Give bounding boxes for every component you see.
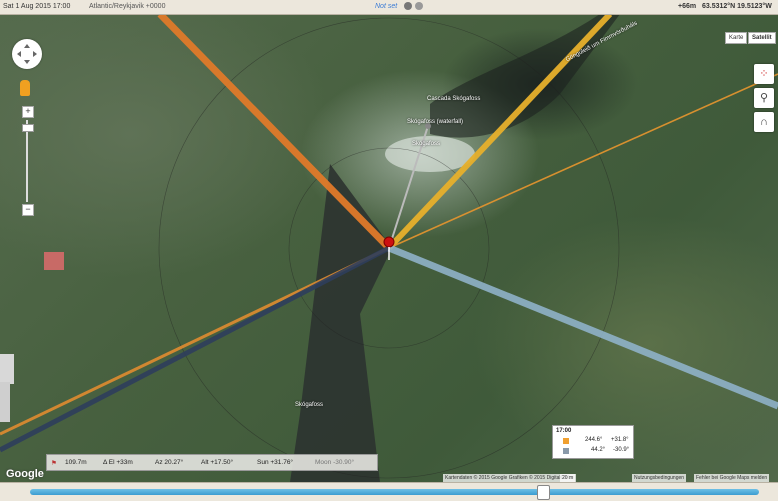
label-river: Skógafoss bbox=[295, 402, 324, 408]
pin-tool-icon[interactable]: ⚲ bbox=[754, 88, 774, 108]
altitude-value: Alt +17.50° bbox=[201, 459, 234, 466]
distance-value: 109.7m bbox=[65, 459, 87, 466]
map-type-karte-button[interactable]: Karte bbox=[725, 32, 748, 44]
building-left-2 bbox=[0, 382, 10, 422]
legend-moon-azimuth: 44.2° bbox=[591, 447, 606, 453]
legend-sun-altitude: +31.8° bbox=[611, 437, 629, 443]
top-bar: Sat 1 Aug 2015 17:00 Atlantic/Reykjavik … bbox=[0, 0, 778, 15]
camera-icon[interactable] bbox=[415, 2, 423, 10]
moon-value: Moon -30.90° bbox=[315, 459, 355, 466]
scale-bar: 20 m bbox=[560, 474, 576, 482]
timezone-label[interactable]: Atlantic/Reykjavik +0000 bbox=[89, 3, 165, 10]
label-waterfall: Skógafoss (waterfall) bbox=[407, 119, 464, 125]
not-set-label[interactable]: Not set bbox=[375, 3, 397, 10]
label-cascada: Cascada Skógafoss bbox=[427, 96, 481, 102]
zoom-slider-thumb[interactable] bbox=[22, 124, 34, 132]
zoom-track[interactable] bbox=[26, 120, 28, 202]
terms-link[interactable]: Nutzungsbedingungen bbox=[632, 474, 687, 482]
legend-moon-altitude: -30.9° bbox=[613, 447, 630, 453]
building-red bbox=[44, 252, 64, 270]
google-logo: Google bbox=[6, 468, 44, 480]
moon-line bbox=[387, 244, 778, 410]
satellite-map[interactable]: + − Karte Satellit ⁘ ⚲ ∩ Cascada Skógafo… bbox=[0, 14, 778, 482]
sunrise-line bbox=[157, 14, 392, 251]
primary-pin bbox=[383, 236, 395, 248]
zoom-out-button[interactable]: − bbox=[22, 204, 34, 216]
distance-icon: ⚑ bbox=[51, 460, 57, 467]
zoom-in-button[interactable]: + bbox=[22, 106, 34, 118]
pan-control[interactable] bbox=[12, 39, 42, 69]
stats-bar: ⚑ 109.7m Δ El +33m Az 20.27° Alt +17.50°… bbox=[46, 454, 378, 471]
coordinates-label: 63.5312°N 19.5123°W bbox=[702, 3, 772, 10]
river-channel bbox=[290, 164, 392, 482]
building-left bbox=[0, 354, 14, 384]
legend-time: 17:00 bbox=[556, 428, 572, 434]
timeline-slider-thumb[interactable] bbox=[536, 485, 550, 500]
zoom-control: + − bbox=[22, 106, 34, 216]
markers-tool-icon[interactable]: ⁘ bbox=[754, 64, 774, 84]
report-link[interactable]: Fehler bei Google Maps melden bbox=[694, 474, 770, 482]
sun-value: Sun +31.76° bbox=[257, 459, 294, 466]
azimuth-value: Az 20.27° bbox=[155, 459, 184, 466]
map-overlay bbox=[0, 14, 778, 482]
map-attribution: Kartendaten © 2015 Google Grafiken © 201… bbox=[443, 474, 576, 482]
datetime-label[interactable]: Sat 1 Aug 2015 17:00 bbox=[3, 3, 70, 10]
label-skogafoss-small: Skógafoss bbox=[412, 141, 441, 147]
legend-sun-azimuth: 244.6° bbox=[585, 437, 603, 443]
layers-tool-icon[interactable]: ∩ bbox=[754, 112, 774, 132]
legend-moon-swatch bbox=[563, 448, 569, 454]
map-type-satellit-button[interactable]: Satellit bbox=[748, 32, 776, 44]
timeline-bar bbox=[0, 482, 778, 501]
timeline-track[interactable] bbox=[30, 489, 759, 495]
sun-line bbox=[386, 14, 613, 251]
pan-arrows-icon bbox=[17, 44, 37, 64]
elevation-label: +66m bbox=[678, 3, 697, 10]
legend-sun-swatch bbox=[563, 438, 569, 444]
azimuth-legend: 17:00 244.6° +31.8° 44.2° -30.9° bbox=[552, 425, 634, 459]
lock-icon[interactable] bbox=[404, 2, 412, 10]
street-view-pegman-icon[interactable] bbox=[20, 80, 30, 96]
elevation-diff-value: Δ El +33m bbox=[103, 459, 133, 466]
